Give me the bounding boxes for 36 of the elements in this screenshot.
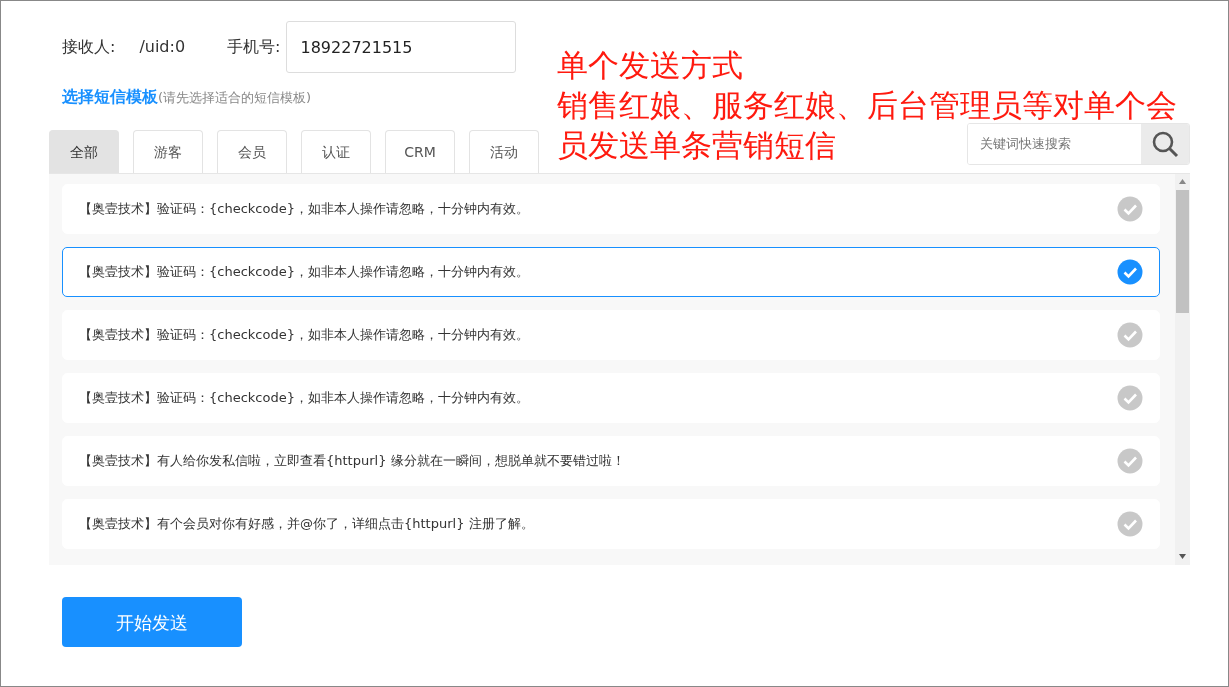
template-hint: (请先选择适合的短信模板)	[158, 90, 312, 105]
annotation-title: 单个发送方式	[557, 46, 743, 85]
category-tab[interactable]: 全部	[49, 130, 119, 173]
template-text: 【奥壹技术】有人给你发私信啦，立即查看{httpurl} 缘分就在一瞬间，想脱单就不要错过啦！	[79, 452, 625, 471]
category-tab[interactable]: 活动	[469, 130, 539, 173]
category-tab[interactable]: 会员	[217, 130, 287, 173]
template-item[interactable]: 【奥壹技术】验证码：{checkcode}，如非本人操作请忽略，十分钟内有效。	[62, 310, 1160, 360]
template-text: 【奥壹技术】验证码：{checkcode}，如非本人操作请忽略，十分钟内有效。	[79, 263, 529, 282]
template-text: 【奥壹技术】验证码：{checkcode}，如非本人操作请忽略，十分钟内有效。	[79, 200, 529, 219]
category-tab[interactable]: 认证	[301, 130, 371, 173]
category-tab[interactable]: 游客	[133, 130, 203, 173]
template-item[interactable]: 【奥壹技术】有个会员对你有好感，并@你了，详细点击{httpurl} 注册了解。	[62, 499, 1160, 549]
recipient-label: 接收人:	[62, 36, 116, 58]
check-icon[interactable]	[1117, 448, 1143, 474]
phone-label: 手机号:	[227, 36, 281, 58]
check-icon[interactable]	[1117, 322, 1143, 348]
check-icon[interactable]	[1117, 385, 1143, 411]
annotation-line: 销售红娘、服务红娘、后台管理员等对单个会	[557, 87, 1177, 123]
phone-input-field[interactable]: 18922721515	[286, 21, 517, 73]
search-icon	[1151, 130, 1179, 158]
template-item[interactable]: 【奥壹技术】验证码：{checkcode}，如非本人操作请忽略，十分钟内有效。	[62, 184, 1160, 234]
search-button[interactable]	[1141, 124, 1189, 164]
template-text: 【奥壹技术】验证码：{checkcode}，如非本人操作请忽略，十分钟内有效。	[79, 389, 529, 408]
check-icon[interactable]	[1117, 511, 1143, 537]
template-item[interactable]: 【奥壹技术】验证码：{checkcode}，如非本人操作请忽略，十分钟内有效。	[62, 373, 1160, 423]
template-text: 【奥壹技术】有个会员对你有好感，并@你了，详细点击{httpurl} 注册了解。	[79, 515, 534, 534]
check-icon[interactable]	[1117, 259, 1143, 285]
search-field[interactable]: 关键词快速搜索	[967, 123, 1190, 165]
template-item[interactable]: 【奥壹技术】有人给你发私信啦，立即查看{httpurl} 缘分就在一瞬间，想脱单就不要错过啦！	[62, 436, 1160, 486]
template-item[interactable]: 【奥壹技术】验证码：{checkcode}，如非本人操作请忽略，十分钟内有效。	[62, 247, 1160, 297]
scrollbar[interactable]	[1175, 174, 1190, 565]
template-text: 【奥壹技术】验证码：{checkcode}，如非本人操作请忽略，十分钟内有效。	[79, 326, 529, 345]
annotation-line: 员发送单条营销短信	[557, 127, 836, 163]
check-icon[interactable]	[1117, 196, 1143, 222]
category-tab[interactable]: CRM	[385, 130, 455, 173]
recipient-value: /uid:0	[139, 36, 186, 58]
